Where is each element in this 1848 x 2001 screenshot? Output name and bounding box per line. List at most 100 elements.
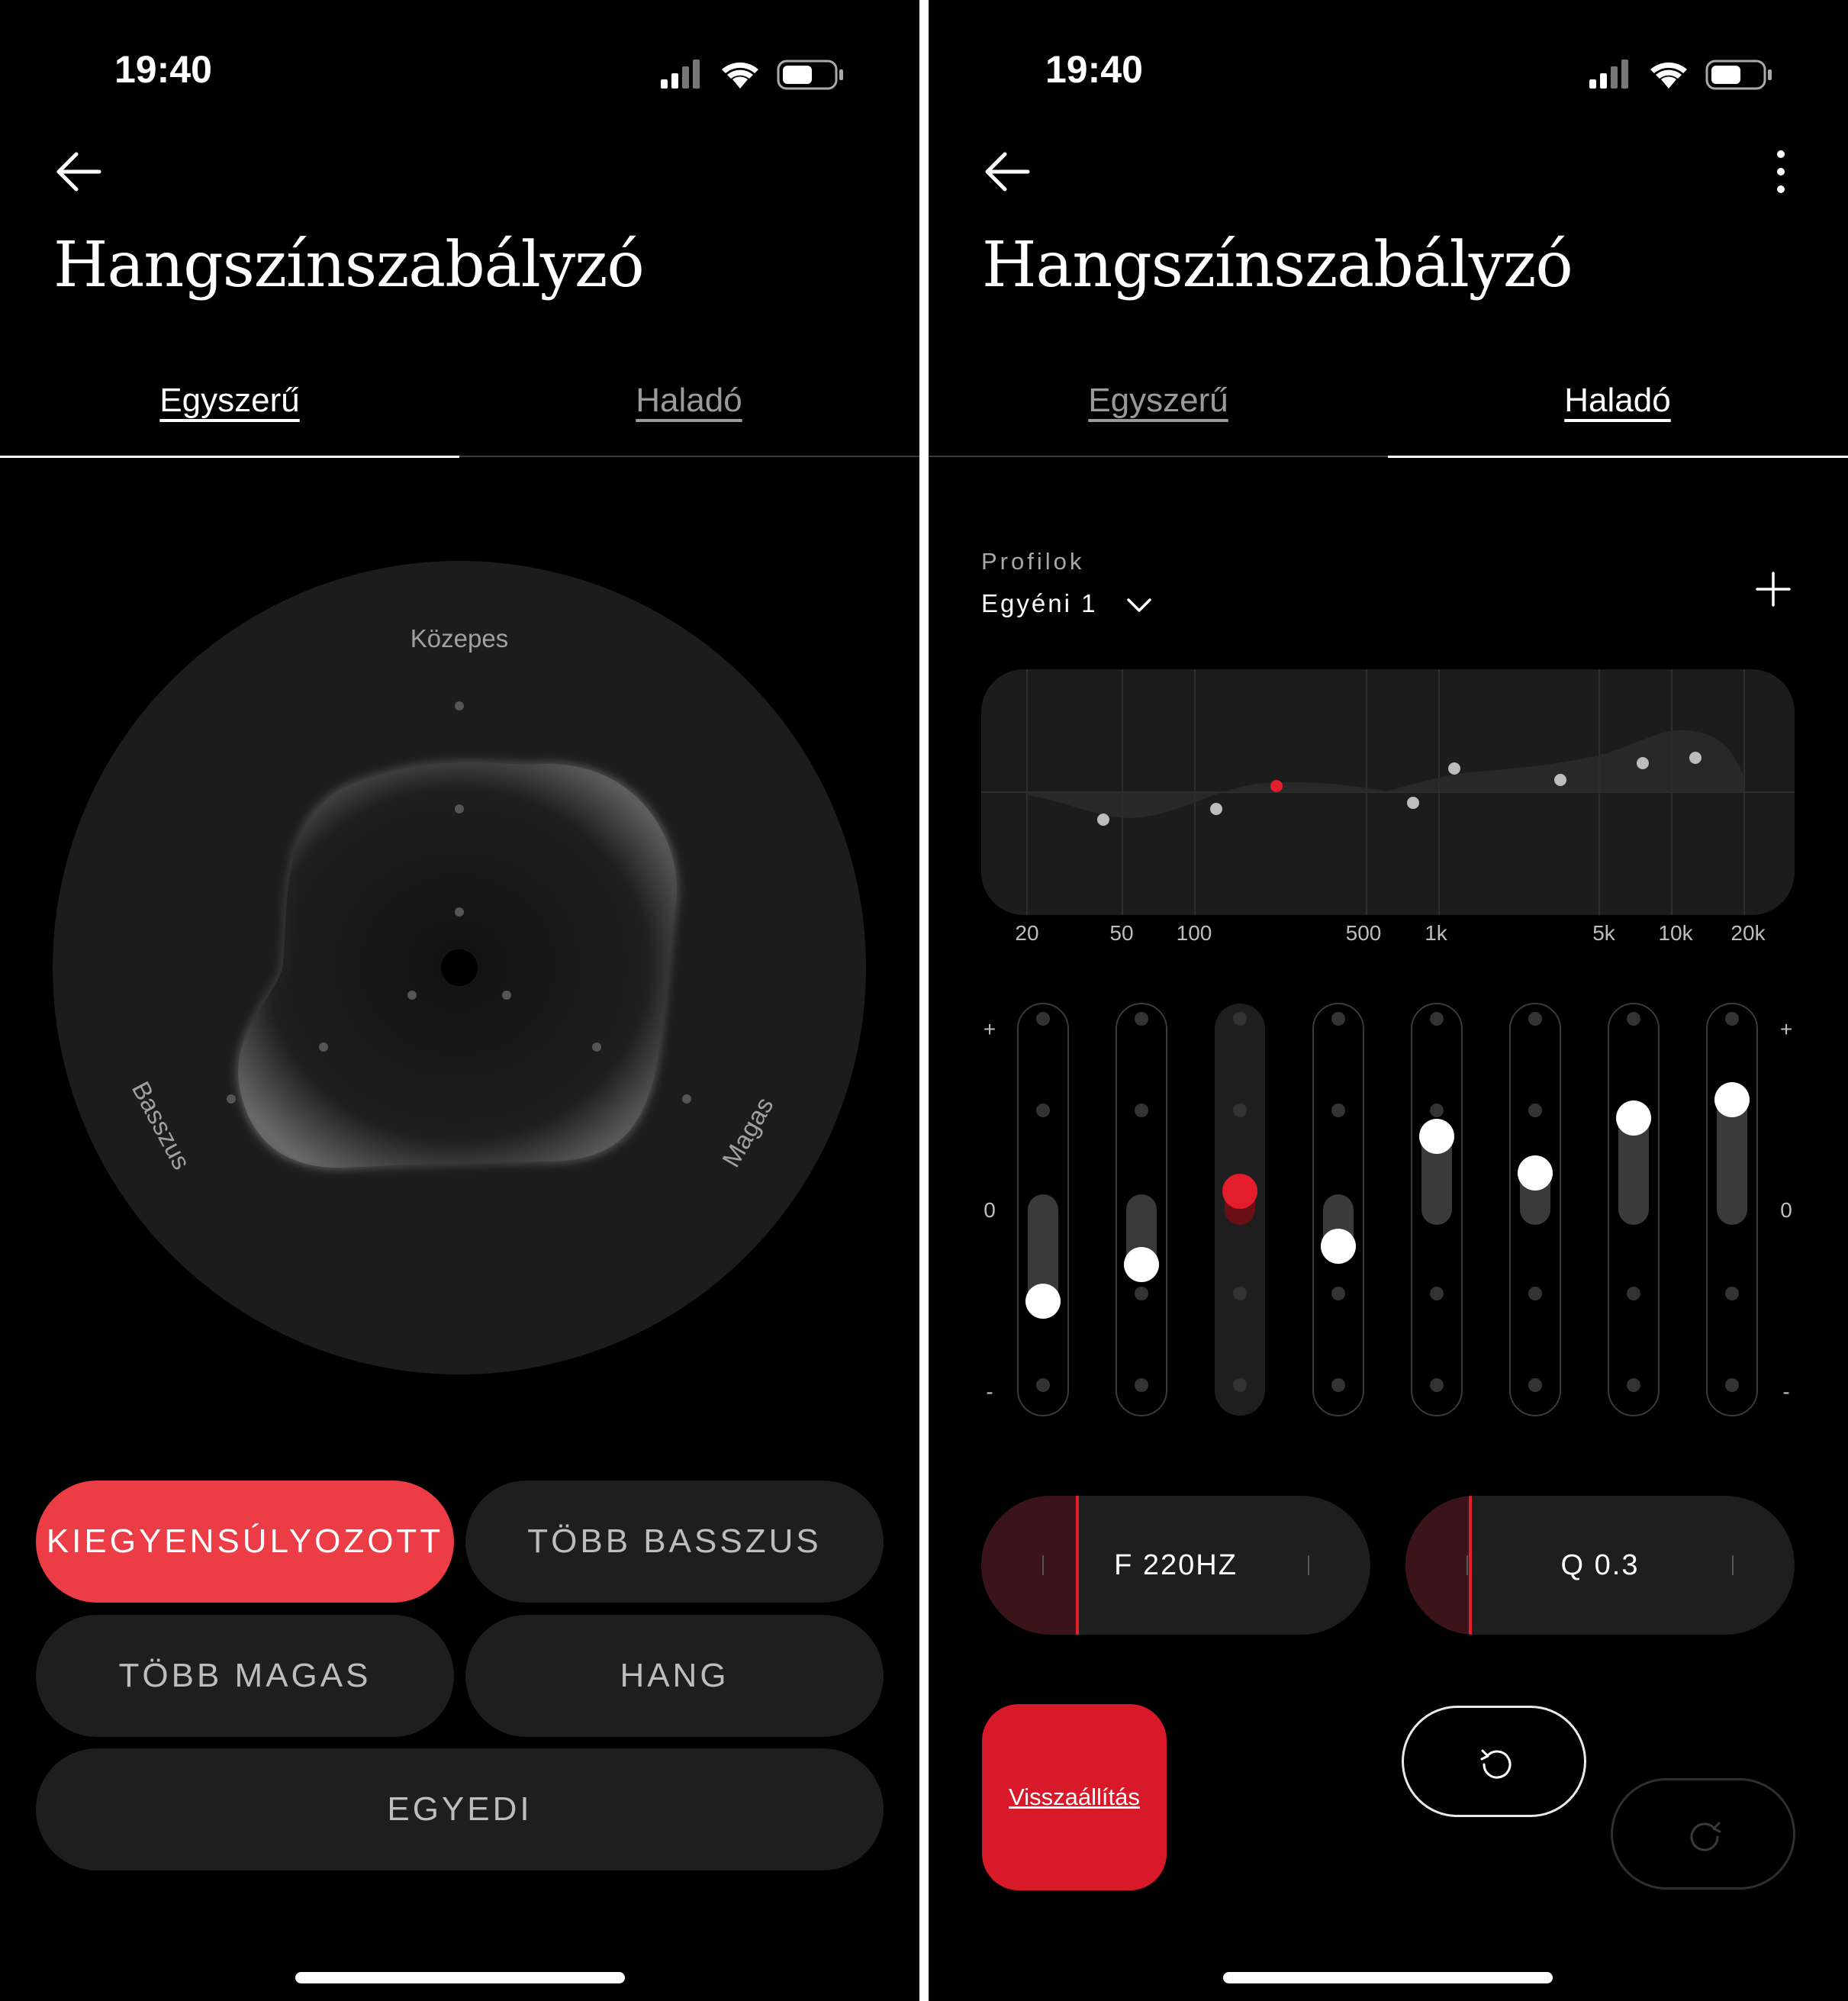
band-slider-step [1331, 1378, 1345, 1392]
battery-icon [777, 60, 843, 90]
tab-divider [929, 456, 1388, 457]
cellular-signal-icon [661, 60, 700, 89]
band-point [1637, 757, 1649, 769]
band-slider-step [1135, 1378, 1148, 1392]
tab-indicator [0, 456, 459, 458]
band-slider-step [1135, 1104, 1148, 1117]
band-point [1689, 752, 1702, 764]
band-slider-step [1627, 1012, 1640, 1026]
preset-voice-button[interactable]: HANG [465, 1615, 884, 1737]
band-slider-step [1135, 1287, 1148, 1300]
band-point-selected [1270, 780, 1283, 792]
band-slider-step [1135, 1012, 1148, 1026]
band-slider-step [1036, 1378, 1050, 1392]
frequency-param-control[interactable]: F 220HZ [981, 1496, 1370, 1635]
tab-simple[interactable]: Egyszerű [0, 382, 459, 458]
redo-button[interactable] [1611, 1778, 1795, 1890]
freq-label-500: 500 [1345, 921, 1382, 945]
freq-label-1k: 1k [1425, 921, 1447, 945]
band-sliders[interactable] [929, 992, 1848, 1435]
home-indicator [1223, 1972, 1553, 1983]
band-slider-step [1528, 1012, 1542, 1026]
band-slider-knob [1518, 1155, 1553, 1191]
band-slider-step [1430, 1378, 1444, 1392]
band-slider-step [1430, 1104, 1444, 1117]
band-slider-step [1331, 1012, 1345, 1026]
band-slider-knob-selected [1222, 1174, 1257, 1209]
band-slider-knob [1025, 1284, 1061, 1319]
add-profile-icon[interactable] [1753, 569, 1794, 610]
band-slider-step [1233, 1104, 1247, 1117]
band-slider-step [1233, 1012, 1247, 1026]
band-slider-step [1331, 1287, 1345, 1300]
band-slider-step [1036, 1012, 1050, 1026]
undo-button[interactable] [1402, 1706, 1586, 1817]
wifi-icon [722, 62, 758, 89]
tab-indicator [1388, 456, 1848, 458]
freq-label-100: 100 [1176, 921, 1212, 945]
page-title: Hangszínszabályzó [53, 229, 645, 301]
band-point [1210, 803, 1222, 815]
status-time: 19:40 [1045, 48, 1143, 91]
tone-dial[interactable]: Közepes Basszus Magas [0, 534, 919, 1412]
home-indicator [295, 1972, 625, 1983]
band-point [1554, 774, 1566, 786]
status-icons [1589, 60, 1772, 90]
advanced-eq-screen: 19:40 Hangszínszabályzó Egyszerű Haladó … [929, 0, 1848, 2001]
band-slider-step [1233, 1287, 1247, 1300]
chevron-down-icon [1126, 598, 1151, 613]
tab-divider [459, 456, 919, 457]
band-point [1097, 814, 1109, 826]
profile-selected-value: Egyéni 1 [981, 589, 1098, 617]
freq-label-10k: 10k [1658, 921, 1693, 945]
profile-dropdown[interactable]: Egyéni 1 [981, 589, 1153, 618]
band-slider-step [1233, 1378, 1247, 1392]
wifi-icon [1650, 62, 1687, 89]
freq-label-20: 20 [1015, 921, 1039, 945]
q-param-value: Q 0.3 [1560, 1549, 1640, 1581]
band-slider-knob [1321, 1229, 1356, 1264]
dial-label-mid: Közepes [410, 624, 508, 652]
band-slider-step [1627, 1287, 1640, 1300]
band-slider-step [1036, 1104, 1050, 1117]
preset-custom-button[interactable]: EGYEDI [36, 1748, 884, 1870]
cellular-signal-icon [1589, 60, 1628, 89]
preset-more-bass-button[interactable]: TÖBB BASSZUS [465, 1481, 884, 1603]
status-icons [661, 60, 843, 90]
band-slider-step [1725, 1287, 1739, 1300]
band-slider-step [1430, 1287, 1444, 1300]
preset-balanced-button[interactable]: KIEGYENSÚLYOZOTT [36, 1481, 454, 1603]
q-param-control[interactable]: Q 0.3 [1405, 1496, 1795, 1635]
band-slider-step [1627, 1378, 1640, 1392]
band-point [1407, 797, 1419, 809]
redo-icon [1690, 1822, 1721, 1851]
preset-more-treble-button[interactable]: TÖBB MAGAS [36, 1615, 454, 1737]
profiles-label: Profilok [981, 548, 1085, 575]
simple-eq-screen: 19:40 Hangszínszabályzó Egyszerű Haladó [0, 0, 919, 2001]
frequency-param-value: F 220HZ [1114, 1549, 1238, 1581]
band-slider-step [1725, 1378, 1739, 1392]
band-slider-step [1528, 1287, 1542, 1300]
frequency-response-graph[interactable] [981, 669, 1795, 915]
tab-advanced[interactable]: Haladó [459, 382, 919, 458]
tab-advanced[interactable]: Haladó [1388, 382, 1847, 458]
back-arrow-icon[interactable] [52, 145, 105, 198]
back-arrow-icon[interactable] [980, 145, 1034, 198]
more-options-icon[interactable] [1762, 145, 1800, 198]
band-slider-step [1331, 1104, 1345, 1117]
freq-label-5k: 5k [1592, 921, 1615, 945]
reset-button[interactable]: Visszaállítás [982, 1704, 1167, 1890]
status-time: 19:40 [114, 48, 212, 91]
band-slider-step [1528, 1378, 1542, 1392]
battery-icon [1705, 60, 1772, 90]
undo-icon [1480, 1749, 1512, 1779]
panel-divider [919, 0, 929, 2001]
band-slider-step [1430, 1012, 1444, 1026]
tab-simple[interactable]: Egyszerű [929, 382, 1388, 458]
dial-center-handle [441, 949, 478, 986]
band-slider-knob [1714, 1082, 1750, 1117]
band-slider-step [1528, 1104, 1542, 1117]
freq-label-20k: 20k [1730, 921, 1766, 945]
band-slider-knob [1616, 1100, 1651, 1136]
band-slider-step [1725, 1012, 1739, 1026]
